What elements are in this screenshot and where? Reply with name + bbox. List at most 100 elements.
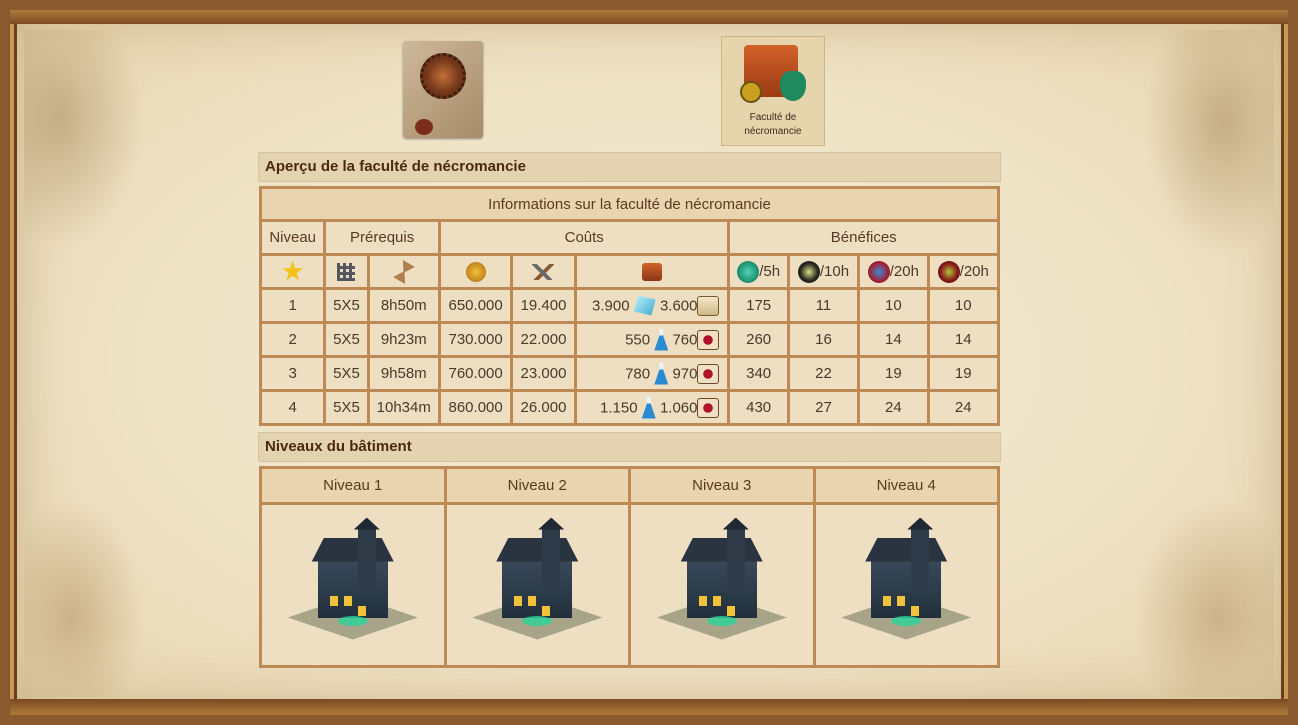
cell-level: 4: [262, 392, 324, 423]
seal-icon: [415, 119, 433, 135]
ghost-icon: [737, 260, 760, 283]
coin-icon: [465, 261, 486, 282]
cell-benefit: 19: [929, 358, 997, 389]
level-3-header: Niveau 3: [631, 469, 813, 502]
cell-benefit: 340: [730, 358, 787, 389]
cell-benefit: 14: [929, 324, 997, 355]
cell-benefit: 19: [860, 358, 927, 389]
level-3-image-cell: [631, 505, 813, 665]
cell-benefit: 22: [789, 358, 858, 389]
cell-level: 2: [262, 324, 324, 355]
benefit-2-header: /10h: [789, 256, 858, 287]
cell-benefit: 260: [730, 324, 787, 355]
cell-benefit: 10: [860, 290, 927, 321]
cell-level: 3: [262, 358, 324, 389]
cell-level: 1: [262, 290, 324, 321]
cell-size: 5X5: [326, 290, 367, 321]
scroll-icon: [697, 295, 720, 316]
cell-benefit: 24: [860, 392, 927, 423]
cell-benefit: 10: [929, 290, 997, 321]
benefit-1-header: /5h: [730, 256, 787, 287]
header-benefits: Bénéfices: [730, 222, 997, 253]
header-costs: Coûts: [440, 222, 728, 253]
cell-resources: 780 970: [576, 358, 728, 389]
sealed-scroll-icon: [697, 329, 720, 350]
cell-time: 8h50m: [369, 290, 438, 321]
decoration-creature-right: [1144, 30, 1274, 260]
cell-coins: 650.000: [440, 290, 511, 321]
cell-benefit: 175: [730, 290, 787, 321]
coins-icon-cell: [440, 256, 511, 287]
cell-time: 10h34m: [369, 392, 438, 423]
header-level: Niveau: [262, 222, 324, 253]
main-panel: Aperçu de la faculté de nécromancie Info…: [258, 152, 1001, 685]
cell-resources: 1.150 1.060: [576, 392, 728, 423]
building-level-3-image: [647, 517, 797, 648]
cell-time: 9h58m: [369, 358, 438, 389]
cell-resources: 3.900 3.600: [576, 290, 728, 321]
cell-size: 5X5: [326, 324, 367, 355]
level-1-header: Niveau 1: [262, 469, 444, 502]
table-row: 3 5X5 9h58m 760.000 23.000 780 970 340 2…: [262, 358, 997, 389]
benefit-4-header: /20h: [929, 256, 997, 287]
potion-icon: [867, 260, 890, 283]
building-card-label: Faculté de nécromancie: [744, 112, 802, 137]
level-2-header: Niveau 2: [446, 469, 628, 502]
bag-icon: [780, 71, 806, 101]
cell-benefit: 24: [929, 392, 997, 423]
resource-box-icon: [642, 262, 663, 281]
research-scroll-icon[interactable]: [403, 41, 483, 138]
header-prereq: Prérequis: [326, 222, 438, 253]
sealed-scroll-icon: [697, 363, 720, 384]
table-row: 2 5X5 9h23m 730.000 22.000 550 760 260 1…: [262, 324, 997, 355]
cell-benefit: 16: [789, 324, 858, 355]
cell-supplies: 22.000: [513, 324, 574, 355]
decoration-archer-left: [24, 497, 144, 697]
level-4-header: Niveau 4: [815, 469, 997, 502]
sealed-scroll-icon: [697, 397, 720, 418]
spider-icon: [937, 260, 960, 283]
skull-icon: [797, 260, 820, 283]
building-level-1-image: [278, 517, 428, 648]
level-icon-cell: [262, 256, 324, 287]
hourglass-icon: [393, 259, 415, 283]
resources-icon-cell: [576, 256, 728, 287]
building-card[interactable]: Faculté de nécromancie: [721, 36, 825, 146]
cell-resources: 550 760: [576, 324, 728, 355]
cell-supplies: 23.000: [513, 358, 574, 389]
flask-icon: [641, 396, 656, 419]
tree-coin-icon: [740, 81, 762, 103]
cell-size: 5X5: [326, 392, 367, 423]
info-table: Informations sur la faculté de nécromanc…: [259, 186, 1000, 426]
flask-icon: [654, 328, 669, 351]
cell-benefit: 430: [730, 392, 787, 423]
cell-supplies: 19.400: [513, 290, 574, 321]
crystal-icon: [633, 295, 656, 316]
cell-benefit: 27: [789, 392, 858, 423]
cell-benefit: 14: [860, 324, 927, 355]
levels-section-title: Niveaux du bâtiment: [258, 432, 1001, 462]
decoration-spears-right: [1134, 497, 1274, 697]
cell-size: 5X5: [326, 358, 367, 389]
level-1-image-cell: [262, 505, 444, 665]
table-row: 4 5X5 10h34m 860.000 26.000 1.150 1.060 …: [262, 392, 997, 423]
size-icon-cell: [326, 256, 367, 287]
decoration-tree-left: [24, 30, 144, 250]
overview-section-title: Aperçu de la faculté de nécromancie: [258, 152, 1001, 182]
tools-icon: [532, 264, 555, 281]
cell-coins: 730.000: [440, 324, 511, 355]
level-2-image-cell: [446, 505, 628, 665]
table-row: 1 5X5 8h50m 650.000 19.400 3.900 3.600 1…: [262, 290, 997, 321]
time-icon-cell: [369, 256, 438, 287]
cell-coins: 860.000: [440, 392, 511, 423]
building-level-4-image: [831, 517, 981, 648]
flask-icon: [654, 362, 669, 385]
sun-emblem-icon: [420, 53, 466, 99]
level-4-image-cell: [815, 505, 997, 665]
cell-coins: 760.000: [440, 358, 511, 389]
cell-time: 9h23m: [369, 324, 438, 355]
building-level-2-image: [462, 517, 612, 648]
info-table-title: Informations sur la faculté de nécromanc…: [262, 189, 997, 219]
grid-icon: [337, 262, 356, 281]
frame-top-border: [10, 10, 1288, 24]
